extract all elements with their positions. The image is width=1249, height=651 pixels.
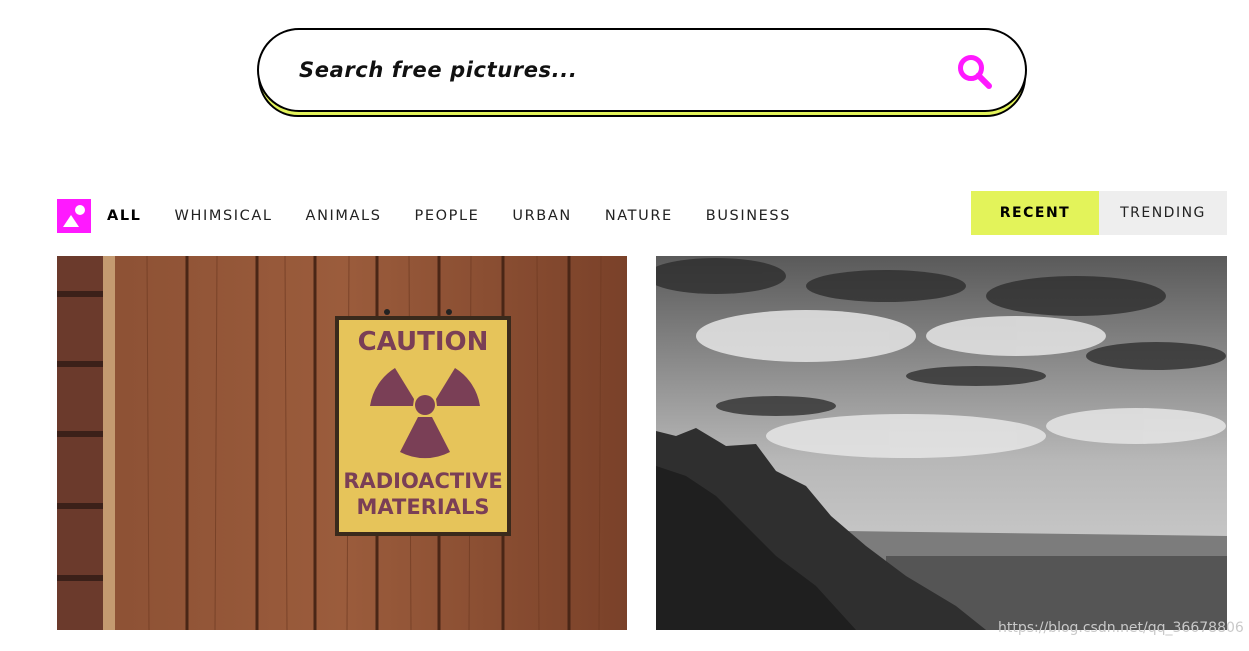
category-nav: ALL WHIMSICAL ANIMALS PEOPLE URBAN NATUR… xyxy=(57,198,791,234)
filter-nature[interactable]: NATURE xyxy=(605,208,673,224)
filter-urban[interactable]: URBAN xyxy=(512,208,571,224)
watermark-text: https://blog.csdn.net/qq_36678806 xyxy=(998,620,1244,636)
photo-image: CAUTION RADIOACTIVE MATERIALS xyxy=(57,256,627,630)
filter-all[interactable]: ALL xyxy=(107,208,142,224)
image-icon xyxy=(57,199,91,233)
sign-caption-top: CAUTION xyxy=(358,327,489,357)
sort-trending-button[interactable]: TRENDING xyxy=(1099,191,1227,235)
search-icon xyxy=(958,55,992,89)
photo-mountain-clouds[interactable] xyxy=(656,256,1227,630)
sort-recent-button[interactable]: RECENT xyxy=(971,191,1099,235)
filter-people[interactable]: PEOPLE xyxy=(415,208,480,224)
sign-caption-line2: MATERIALS xyxy=(357,495,490,519)
filter-business[interactable]: BUSINESS xyxy=(706,208,791,224)
sort-toggle: RECENT TRENDING xyxy=(971,191,1227,235)
photo-radioactive-sign[interactable]: CAUTION RADIOACTIVE MATERIALS xyxy=(57,256,627,630)
search-input[interactable] xyxy=(297,57,901,83)
photo-image xyxy=(656,256,1227,630)
search-bar xyxy=(257,28,1027,112)
filter-animals[interactable]: ANIMALS xyxy=(306,208,382,224)
sign-caption-line1: RADIOACTIVE xyxy=(343,469,502,493)
search-button[interactable] xyxy=(955,52,995,92)
filter-whimsical[interactable]: WHIMSICAL xyxy=(175,208,273,224)
